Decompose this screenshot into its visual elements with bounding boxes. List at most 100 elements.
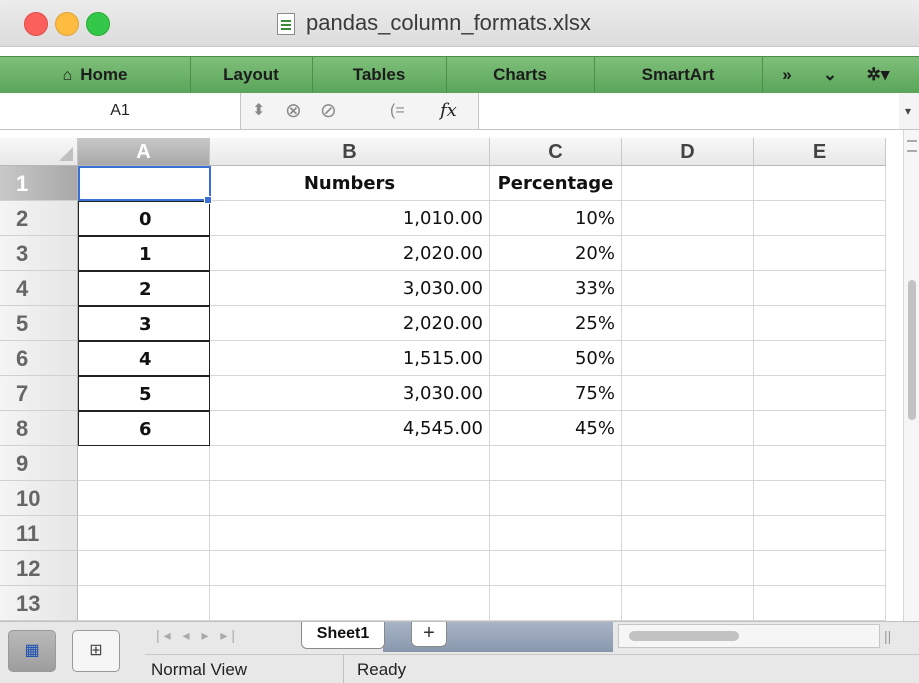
number-cell[interactable]: 1,515.00 (210, 341, 490, 376)
cell[interactable] (754, 516, 886, 551)
select-all-corner[interactable] (0, 138, 78, 166)
number-cell[interactable]: 3,030.00 (210, 271, 490, 306)
row-header-4[interactable]: 4 (0, 271, 78, 306)
percentage-cell[interactable]: 33% (490, 271, 622, 306)
cell[interactable] (622, 271, 754, 306)
percentage-cell[interactable]: 10% (490, 201, 622, 236)
confirm-icon[interactable]: ⊘ (320, 93, 337, 129)
header-cell[interactable]: Numbers (210, 166, 490, 201)
cell[interactable] (78, 586, 210, 621)
row-header-10[interactable]: 10 (0, 481, 78, 516)
cell[interactable] (622, 411, 754, 446)
vertical-scroll-thumb[interactable] (908, 280, 916, 420)
cell[interactable] (754, 446, 886, 481)
split-grip-icon[interactable]: || (884, 628, 891, 644)
cell[interactable] (754, 201, 886, 236)
horizontal-scroll-thumb[interactable] (629, 631, 739, 641)
sheet-navigation-arrows[interactable]: |◂ ◂ ▸ ▸| (140, 627, 316, 649)
number-cell[interactable]: 2,020.00 (210, 306, 490, 341)
horizontal-scrollbar[interactable] (618, 624, 880, 648)
cell[interactable] (754, 236, 886, 271)
cell[interactable] (622, 481, 754, 516)
number-cell[interactable]: 4,545.00 (210, 411, 490, 446)
normal-view-button[interactable]: ▦ (8, 630, 56, 672)
cell[interactable] (754, 376, 886, 411)
add-sheet-button[interactable]: + (411, 622, 447, 647)
name-box-stepper-icon[interactable]: ⬍ (252, 93, 265, 129)
index-cell[interactable]: 5 (78, 376, 210, 411)
cell[interactable] (622, 586, 754, 621)
column-header-b[interactable]: B (210, 138, 490, 166)
split-handle-icon[interactable] (907, 140, 917, 152)
cell[interactable] (622, 201, 754, 236)
row-header-8[interactable]: 8 (0, 411, 78, 446)
ribbon-overflow-button[interactable]: » (762, 57, 812, 93)
cell[interactable] (754, 166, 886, 201)
cell[interactable] (754, 551, 886, 586)
row-header-1[interactable]: 1 (0, 166, 78, 201)
cell[interactable] (622, 236, 754, 271)
name-box[interactable]: A1 (0, 93, 241, 129)
close-window-button[interactable] (24, 12, 48, 36)
cell[interactable] (78, 481, 210, 516)
page-layout-view-button[interactable]: ⊞ (72, 630, 120, 672)
tab-tables[interactable]: Tables (312, 57, 447, 93)
row-header-7[interactable]: 7 (0, 376, 78, 411)
cell[interactable] (622, 551, 754, 586)
cell[interactable] (490, 516, 622, 551)
column-header-d[interactable]: D (622, 138, 754, 166)
cell[interactable] (490, 551, 622, 586)
header-cell[interactable]: Percentage (490, 166, 622, 201)
index-cell[interactable]: 1 (78, 236, 210, 271)
cell[interactable] (210, 551, 490, 586)
tab-charts[interactable]: Charts (446, 57, 595, 93)
percentage-cell[interactable]: 45% (490, 411, 622, 446)
row-header-12[interactable]: 12 (0, 551, 78, 586)
cell[interactable] (78, 446, 210, 481)
vertical-scrollbar[interactable] (903, 130, 919, 621)
cancel-icon[interactable]: ⊗ (285, 93, 302, 129)
index-cell[interactable]: 6 (78, 411, 210, 446)
number-cell[interactable]: 1,010.00 (210, 201, 490, 236)
cell[interactable] (754, 411, 886, 446)
row-header-11[interactable]: 11 (0, 516, 78, 551)
number-cell[interactable]: 2,020.00 (210, 236, 490, 271)
cell[interactable] (754, 271, 886, 306)
percentage-cell[interactable]: 75% (490, 376, 622, 411)
cell[interactable] (754, 306, 886, 341)
cell[interactable] (754, 481, 886, 516)
cell[interactable] (78, 551, 210, 586)
cell[interactable] (490, 446, 622, 481)
tab-home[interactable]: ⌂ Home (0, 57, 191, 93)
percentage-cell[interactable]: 20% (490, 236, 622, 271)
cell[interactable] (622, 306, 754, 341)
minimize-window-button[interactable] (55, 12, 79, 36)
index-cell[interactable]: 0 (78, 201, 210, 236)
formula-expand-icon[interactable]: ▾ (905, 93, 911, 129)
column-header-e[interactable]: E (754, 138, 886, 166)
sheet-tab[interactable]: Sheet1 (301, 622, 385, 649)
tab-smartart[interactable]: SmartArt (594, 57, 763, 93)
column-header-a[interactable]: A (78, 138, 210, 166)
cell[interactable] (622, 446, 754, 481)
zoom-window-button[interactable] (86, 12, 110, 36)
chevron-down-icon[interactable]: ⌄ (812, 57, 848, 93)
cell[interactable] (622, 516, 754, 551)
index-cell[interactable]: 2 (78, 271, 210, 306)
equals-icon[interactable]: (= (390, 93, 405, 129)
cell[interactable] (622, 166, 754, 201)
cell[interactable] (490, 481, 622, 516)
cell[interactable] (622, 376, 754, 411)
tab-layout[interactable]: Layout (190, 57, 313, 93)
cell[interactable] (754, 341, 886, 376)
index-cell[interactable]: 4 (78, 341, 210, 376)
cell[interactable] (622, 341, 754, 376)
index-cell[interactable]: 3 (78, 306, 210, 341)
percentage-cell[interactable]: 50% (490, 341, 622, 376)
cell[interactable] (210, 446, 490, 481)
percentage-cell[interactable]: 25% (490, 306, 622, 341)
column-header-c[interactable]: C (490, 138, 622, 166)
row-header-9[interactable]: 9 (0, 446, 78, 481)
cell[interactable] (210, 586, 490, 621)
cell[interactable] (490, 586, 622, 621)
